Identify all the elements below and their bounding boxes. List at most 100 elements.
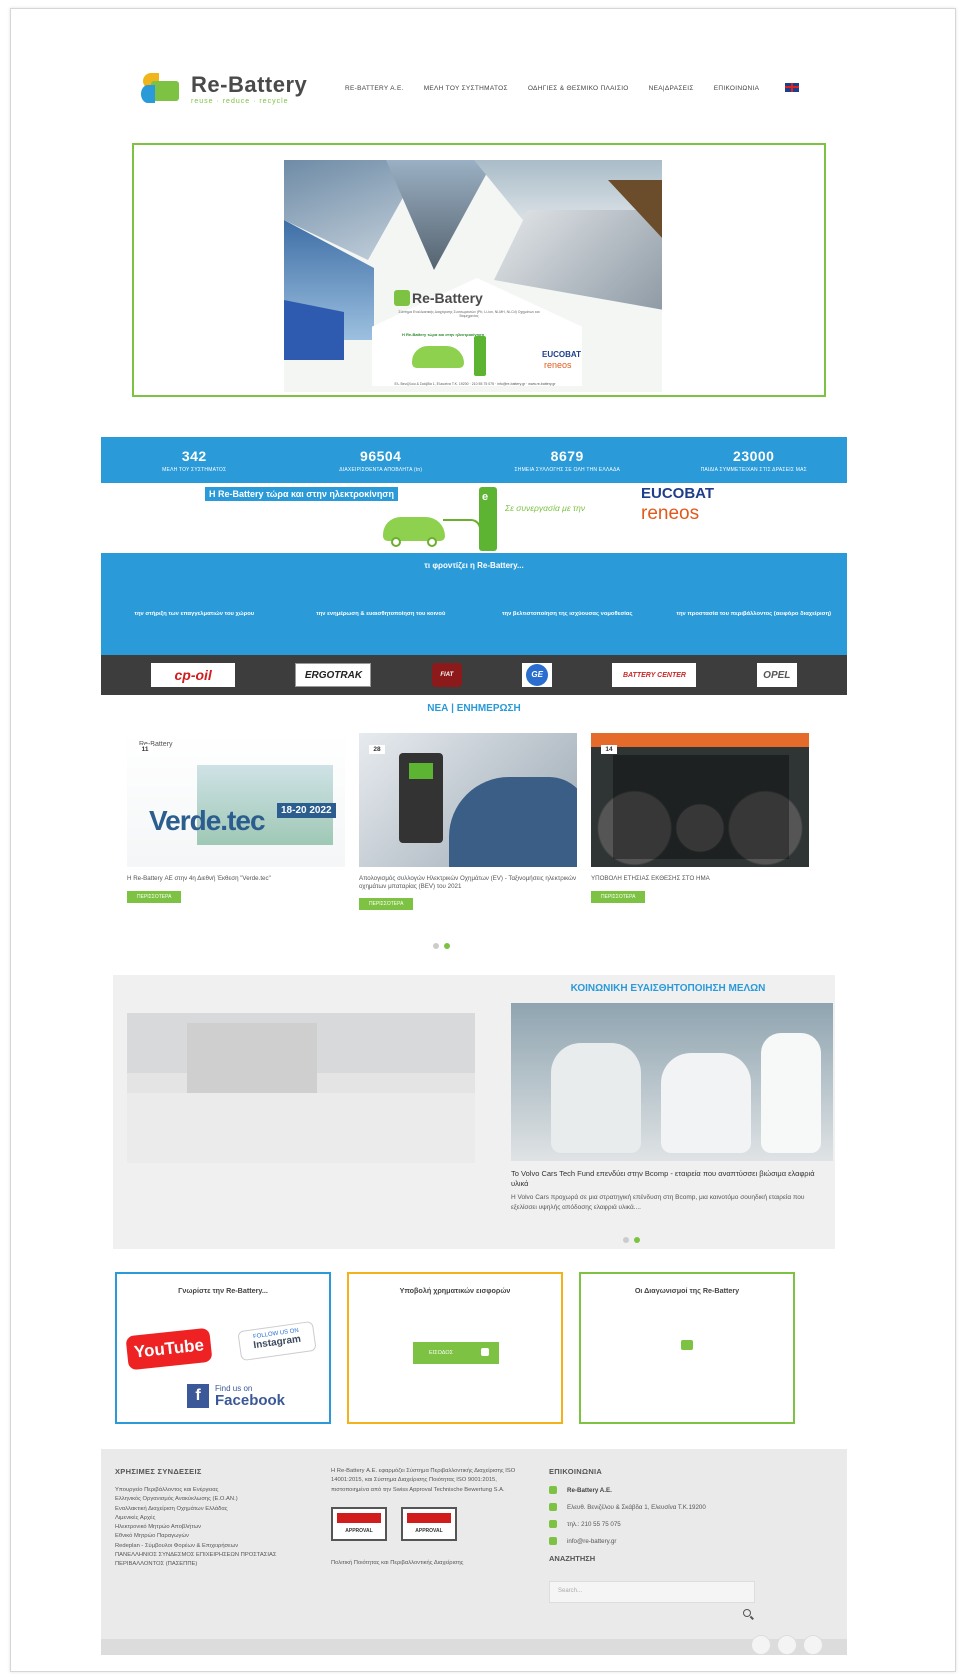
care-item: την βελτιστοποίηση της ισχύουσας νομοθεσ…	[501, 611, 633, 617]
certification-logos: APPROVAL APPROVAL	[331, 1506, 521, 1541]
article-image[interactable]	[511, 1003, 833, 1161]
swiss-approval-logo[interactable]: APPROVAL	[401, 1506, 457, 1541]
care-section: τι φροντίζει η Re-Battery... την στήριξη…	[101, 553, 847, 655]
footer-link[interactable]: Εναλλακτική Διαχείριση Οχημάτων Ελλάδας	[115, 1505, 315, 1514]
stat-value: 23000	[733, 447, 775, 464]
ev-wheel-icon	[427, 537, 437, 547]
company-name: Re-Battery A.E.	[567, 1486, 612, 1494]
main-nav: RE-BATTERY A.E. ΜΕΛΗ ΤΟΥ ΣΥΣΤΗΜΑΤΟΣ ΟΔΗΓ…	[345, 82, 800, 92]
location-pin-icon	[549, 1503, 557, 1511]
partner-logo-ge[interactable]: GE	[522, 663, 553, 687]
emobility-headline: Η Re-Battery τώρα και στην ηλεκτροκίνηση	[205, 487, 398, 501]
logo-mark-icon	[141, 71, 183, 105]
search-input[interactable]: Search...	[549, 1581, 755, 1603]
news-image[interactable]: 28	[359, 733, 577, 867]
youtube-logo[interactable]: YouTube	[125, 1327, 213, 1371]
verdetec-logo: Verde.tec	[149, 805, 266, 836]
social-circle-icon[interactable]	[803, 1635, 823, 1655]
article-headline[interactable]: Το Volvo Cars Tech Fund επενδύει στην Bc…	[511, 1169, 825, 1189]
footer-contact-column: ΕΠΙΚΟΙΝΩΝΙΑ Re-Battery A.E. Ελευθ. Βενιζ…	[549, 1467, 809, 1617]
partner-logo-battery-center[interactable]: BATTERY CENTER	[612, 663, 697, 687]
screenshot-header-bar	[591, 733, 809, 747]
poster-charger-icon	[474, 336, 486, 376]
news-image[interactable]: 14	[591, 733, 809, 867]
read-more-button[interactable]: ΠΕΡΙΣΣΟΤΕΡΑ	[591, 891, 646, 903]
read-more-button[interactable]: ΠΕΡΙΣΣΟΤΕΡΑ	[359, 897, 414, 910]
stat-value: 96504	[360, 447, 402, 464]
phone-text[interactable]: τηλ.: 210 55 75 075	[567, 1521, 621, 1528]
footer-links-column: ΧΡΗΣΙΜΕΣ ΣΥΝΔΕΣΕΙΣ Υπουργείο Περιβάλλοντ…	[115, 1467, 315, 1569]
swiss-sub: APPROVAL	[345, 1527, 373, 1534]
carousel-dot-active[interactable]	[634, 1237, 640, 1243]
social-circle-icon[interactable]	[777, 1635, 797, 1655]
partner-logo-ergotrak[interactable]: ERGOTRAK	[295, 663, 372, 687]
hero-banner: Re-Battery Σύστημα Εναλλακτικής Διαχείρι…	[132, 143, 826, 397]
poster-partner-reneos: reneos	[544, 360, 572, 370]
nav-item-guidelines[interactable]: ΟΔΗΓΙΕΣ & ΘΕΣΜΙΚΟ ΠΛΑΙΣΙΟ	[528, 85, 629, 92]
news-title[interactable]: ΥΠΟΒΟΛΗ ΕΤΗΣΙΑΣ ΕΚΘΕΣΗΣ ΣΤΟ ΗΜΑ	[591, 875, 809, 885]
nav-item-members[interactable]: ΜΕΛΗ ΤΟΥ ΣΥΣΤΗΜΑΤΟΣ	[424, 85, 508, 92]
article-excerpt: Η Volvo Cars προχωρά σε μια στρατηγική ε…	[511, 1194, 805, 1211]
footer-link[interactable]: Redeplan - Σύμβουλοι Φορέων & Επιχειρήσε…	[115, 1542, 315, 1551]
carousel-dot[interactable]	[623, 1237, 629, 1243]
news-title[interactable]: Απολογισμός συλλογών Ηλεκτρικών Οχημάτων…	[359, 875, 577, 892]
carousel-dot-active[interactable]	[444, 943, 450, 949]
emobility-banner[interactable]: Η Re-Battery τώρα και στην ηλεκτροκίνηση…	[101, 483, 847, 553]
contact-email: info@re-battery.gr	[549, 1537, 809, 1545]
ge-logo-text: GE	[526, 664, 549, 686]
footer-links-list: Υπουργείο Περιβάλλοντος και Ενέργειας Ελ…	[115, 1486, 315, 1569]
stat-label: ΔΙΑΧΕΙΡΙΣΘΕΝΤΑ ΑΠΟΒΛΗΤΑ (tn)	[339, 466, 423, 473]
hero-poster[interactable]: Re-Battery Σύστημα Εναλλακτικής Διαχείρι…	[284, 160, 662, 392]
social-media-title: Γνωρίστε την Re-Battery...	[178, 1286, 268, 1295]
footer-link[interactable]: Ελληνικός Οργανισμός Ανακύκλωσης (Ε.Ο.ΑΝ…	[115, 1495, 315, 1504]
footer-link[interactable]: Λιμενικές Αρχές	[115, 1514, 315, 1523]
footer-link[interactable]: Εθνικό Μητρώο Παραγωγών	[115, 1532, 315, 1541]
nav-item-news[interactable]: ΝΕΑ|ΔΡΑΣΕΙΣ	[649, 85, 694, 92]
site-logo[interactable]: Re-Battery reuse · reduce · recycle	[141, 71, 331, 105]
read-more-button[interactable]: ΠΕΡΙΣΣΟΤΕΡΑ	[127, 891, 182, 903]
social-circle-icon[interactable]	[751, 1635, 771, 1655]
footer-link[interactable]: Υπουργείο Περιβάλλοντος και Ενέργειας	[115, 1486, 315, 1495]
stat-label: ΠΑΙΔΙΑ ΣΥΜΜΕΤΕΙΧΑΝ ΣΤΙΣ ΔΡΑΣΕΙΣ ΜΑΣ	[700, 466, 807, 473]
quality-policy-link[interactable]: Πολιτική Ποιότητας και Περιβαλλοντικής Δ…	[331, 1559, 521, 1568]
poster-ev-car-icon	[412, 346, 464, 368]
facebook-badge[interactable]: f Find us on Facebook	[187, 1378, 317, 1414]
footer-link[interactable]: ΠΑΝΕΛΛΗΝΙΟΣ ΣΥΝΔΕΣΜΟΣ ΕΠΙΧΕΙΡΗΣΕΩΝ ΠΡΟΣΤ…	[115, 1551, 315, 1570]
partner-logo-fiat[interactable]: FIAT	[431, 663, 462, 687]
poster-contact-info: Ελ. Βενιζέλου & Σκάβδα 1, Ελευσίνα Τ.Κ. …	[394, 382, 556, 386]
news-title[interactable]: Η Re-Battery ΑΕ στην 4η Διεθνή Έκθεση "V…	[127, 875, 345, 885]
iso-text: Η Re-Battery Α.Ε. εφαρμόζει Σύστημα Περι…	[331, 1468, 516, 1493]
footer-link[interactable]: Ηλεκτρονικό Μητρώο Αποβλήτων	[115, 1523, 315, 1532]
care-item: την στήριξη των επαγγελματιών του χώρου	[134, 611, 255, 617]
email-link[interactable]: info@re-battery.gr	[567, 1538, 617, 1545]
news-image[interactable]: 11 Re-Battery Verde.tec 18-20 2022	[127, 733, 345, 867]
partner-logo-cpoil[interactable]: cp-oil	[151, 663, 236, 687]
uk-flag-icon[interactable]	[785, 82, 800, 92]
footer-links-title: ΧΡΗΣΙΜΕΣ ΣΥΝΔΕΣΕΙΣ	[115, 1467, 202, 1476]
stats-bar: 342 ΜΕΛΗ ΤΟΥ ΣΥΣΤΗΜΑΤΟΣ 96504 ΔΙΑΧΕΙΡΙΣΘ…	[101, 437, 847, 483]
stat-waste: 96504 ΔΙΑΧΕΙΡΙΣΘΕΝΤΑ ΑΠΟΒΛΗΤΑ (tn)	[288, 437, 475, 483]
email-icon	[549, 1537, 557, 1545]
footer-iso-column: Η Re-Battery Α.Ε. εφαρμόζει Σύστημα Περι…	[331, 1467, 521, 1568]
news-card: 28 Απολογισμός συλλογών Ηλεκτρικών Οχημά…	[359, 733, 577, 910]
partners-carousel: cp-oil ERGOTRAK FIAT GE BATTERY CENTER O…	[101, 655, 847, 695]
poster-logo: Re-Battery	[412, 290, 483, 306]
charger-icon: e	[479, 487, 497, 551]
carousel-dot[interactable]	[433, 943, 439, 949]
stat-label: ΜΕΛΗ ΤΟΥ ΣΥΣΤΗΜΑΤΟΣ	[162, 466, 227, 473]
footer: ΧΡΗΣΙΜΕΣ ΣΥΝΔΕΣΕΙΣ Υπουργείο Περιβάλλοντ…	[101, 1449, 847, 1639]
partner-logo-opel[interactable]: OPEL	[756, 663, 797, 687]
swiss-approval-logo[interactable]: APPROVAL	[331, 1506, 387, 1541]
nav-item-contact[interactable]: ΕΠΙΚΟΙΝΩΝΙΑ	[714, 85, 760, 92]
search-icon[interactable]	[743, 1609, 751, 1617]
tender-icon[interactable]	[681, 1340, 693, 1350]
reneos-logo: reneos	[641, 503, 700, 524]
building-icon	[549, 1486, 557, 1494]
login-icon	[481, 1348, 489, 1356]
nav-item-company[interactable]: RE-BATTERY A.E.	[345, 85, 404, 92]
enter-button[interactable]: ΕΙΣΟΔΟΣ	[413, 1342, 499, 1364]
search-title: ΑΝΑΖΗΤΗΣΗ	[549, 1554, 596, 1563]
instagram-badge[interactable]: FOLLOW US ON Instagram	[237, 1320, 317, 1362]
contact-phone: τηλ.: 210 55 75 075	[549, 1520, 809, 1528]
care-items: την στήριξη των επαγγελματιών του χώρου …	[101, 611, 847, 619]
